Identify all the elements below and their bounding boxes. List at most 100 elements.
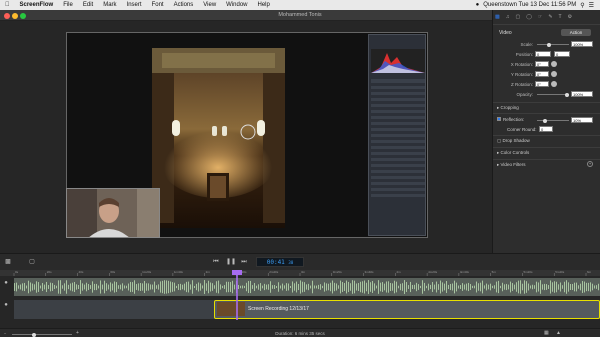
color-controls-section[interactable]: ▸ Color Controls	[497, 150, 529, 156]
z-rotation-dial[interactable]	[551, 81, 557, 87]
close-window-button[interactable]	[4, 13, 10, 19]
waveform-bar	[426, 285, 427, 289]
playhead[interactable]	[236, 270, 238, 320]
menu-app-name[interactable]: ScreenFlow	[15, 0, 59, 10]
status-bar: − + Duration: 6 mins 35 secs ▦ ▲	[0, 328, 600, 337]
waveform-bar	[358, 283, 359, 291]
playhead-handle[interactable]	[232, 270, 242, 275]
corner-round-field[interactable]: 0	[539, 126, 553, 132]
drop-shadow-section[interactable]: ▢ Drop Shadow	[497, 138, 530, 144]
screen-recording-icon[interactable]: ▢	[515, 14, 520, 22]
timeline-ruler[interactable]: 0s20s40s60s1m20s1m40s2m2m20s2m40s3m3m20s…	[0, 270, 600, 276]
cropping-section[interactable]: ▸ Cropping	[497, 105, 519, 111]
waveform-bar	[74, 281, 75, 293]
waveform-bar	[14, 283, 15, 291]
track-visibility-icon[interactable]: ●	[2, 301, 10, 309]
zoom-slider-knob[interactable]	[32, 332, 36, 337]
scale-field[interactable]: 100%	[571, 41, 593, 47]
audio-track[interactable]	[14, 278, 600, 296]
menu-window[interactable]: Window	[221, 0, 252, 10]
waveform-bar	[416, 282, 417, 292]
audio-properties-icon[interactable]: ♫	[506, 14, 510, 22]
clip-label: Screen Recording 12/13/17	[248, 306, 309, 312]
rewind-button[interactable]: ⏮	[212, 258, 220, 266]
add-track-icon[interactable]: ▦	[544, 330, 549, 336]
position-x-field[interactable]: 0	[535, 51, 551, 57]
y-rotation-field[interactable]: 0°	[535, 71, 549, 77]
annotation-icon[interactable]: ✎	[548, 14, 552, 22]
position-y-field[interactable]: 0	[554, 51, 570, 57]
menu-actions[interactable]: Actions	[169, 0, 199, 10]
floating-inspector-panel[interactable]	[368, 34, 426, 236]
canvas-size-icon[interactable]: ▢	[28, 258, 36, 266]
y-rotation-dial[interactable]	[551, 71, 557, 77]
menu-list-icon[interactable]: ☰	[589, 2, 594, 9]
waveform-bar	[204, 280, 205, 294]
video-properties-icon[interactable]: ▩	[495, 14, 500, 22]
snap-icon[interactable]: ▲	[556, 330, 561, 336]
section-video: Video	[499, 30, 512, 36]
touch-callout-icon[interactable]: ☞	[538, 14, 542, 22]
waveform-bar	[126, 285, 127, 289]
reflection-field[interactable]: 10%	[571, 117, 593, 123]
menu-view[interactable]: View	[198, 0, 221, 10]
waveform-bar	[396, 281, 397, 293]
add-filter-icon[interactable]: +	[587, 161, 593, 167]
scale-slider-knob[interactable]	[547, 42, 551, 47]
callout-icon[interactable]: ◯	[526, 14, 532, 22]
waveform-bar	[56, 285, 57, 289]
waveform-bar	[576, 282, 577, 292]
reflection-checkbox[interactable]	[497, 117, 501, 121]
waveform-bar	[178, 284, 179, 290]
minimize-window-button[interactable]	[12, 13, 18, 19]
menu-file[interactable]: File	[58, 0, 78, 10]
waveform-bar	[256, 285, 257, 289]
menubar-status[interactable]: Queenstown Tue 13 Dec 11:56 PM	[483, 2, 576, 8]
apple-icon[interactable]: 	[0, 0, 15, 10]
x-rotation-field[interactable]: 0°	[535, 61, 549, 67]
waveform-bar	[28, 280, 29, 294]
menu-bar:  ScreenFlow File Edit Mark Insert Font …	[0, 0, 600, 10]
waveform-bar	[148, 283, 149, 291]
action-button[interactable]: Action	[561, 29, 591, 36]
menu-mark[interactable]: Mark	[98, 0, 121, 10]
waveform-bar	[96, 283, 97, 291]
waveform-bar	[498, 280, 499, 294]
waveform-bar	[452, 283, 453, 291]
wifi-icon[interactable]: ●	[476, 2, 480, 8]
zoom-window-button[interactable]	[20, 13, 26, 19]
opacity-slider-knob[interactable]	[565, 92, 569, 97]
opacity-field[interactable]: 100%	[571, 91, 593, 97]
track-lock-icon[interactable]: ●	[2, 279, 10, 287]
pause-button[interactable]: ❚❚	[226, 258, 236, 266]
waveform-bar	[508, 284, 509, 290]
menu-insert[interactable]: Insert	[122, 0, 147, 10]
menu-edit[interactable]: Edit	[78, 0, 98, 10]
waveform-bar	[288, 283, 289, 291]
search-icon[interactable]: ⚲	[580, 2, 584, 9]
menu-help[interactable]: Help	[253, 0, 275, 10]
waveform-bar	[156, 285, 157, 289]
clip-thumbnail	[217, 302, 245, 316]
webcam-overlay[interactable]	[66, 188, 160, 238]
waveform-bar	[198, 282, 199, 292]
text-icon[interactable]: T	[559, 14, 562, 22]
video-filters-section[interactable]: ▸ Video Filters	[497, 162, 525, 168]
waveform-bar	[364, 280, 365, 294]
waveform-bar	[456, 282, 457, 292]
zoom-in-icon[interactable]: +	[76, 330, 79, 336]
waveform-bar	[262, 285, 263, 289]
waveform-bar	[572, 283, 573, 291]
menu-font[interactable]: Font	[147, 0, 169, 10]
waveform-bar	[462, 283, 463, 291]
waveform-bar	[270, 281, 271, 293]
waveform-bar	[80, 280, 81, 294]
zoom-out-icon[interactable]: −	[4, 331, 6, 336]
toggle-media-icon[interactable]: ▩	[4, 258, 12, 266]
fast-forward-button[interactable]: ⏭	[240, 258, 248, 266]
waveform-bar	[568, 282, 569, 292]
media-library-icon[interactable]: ⚙	[568, 14, 572, 22]
reflection-slider-knob[interactable]	[543, 118, 547, 123]
z-rotation-field[interactable]: 0°	[535, 81, 549, 87]
x-rotation-dial[interactable]	[551, 61, 557, 67]
